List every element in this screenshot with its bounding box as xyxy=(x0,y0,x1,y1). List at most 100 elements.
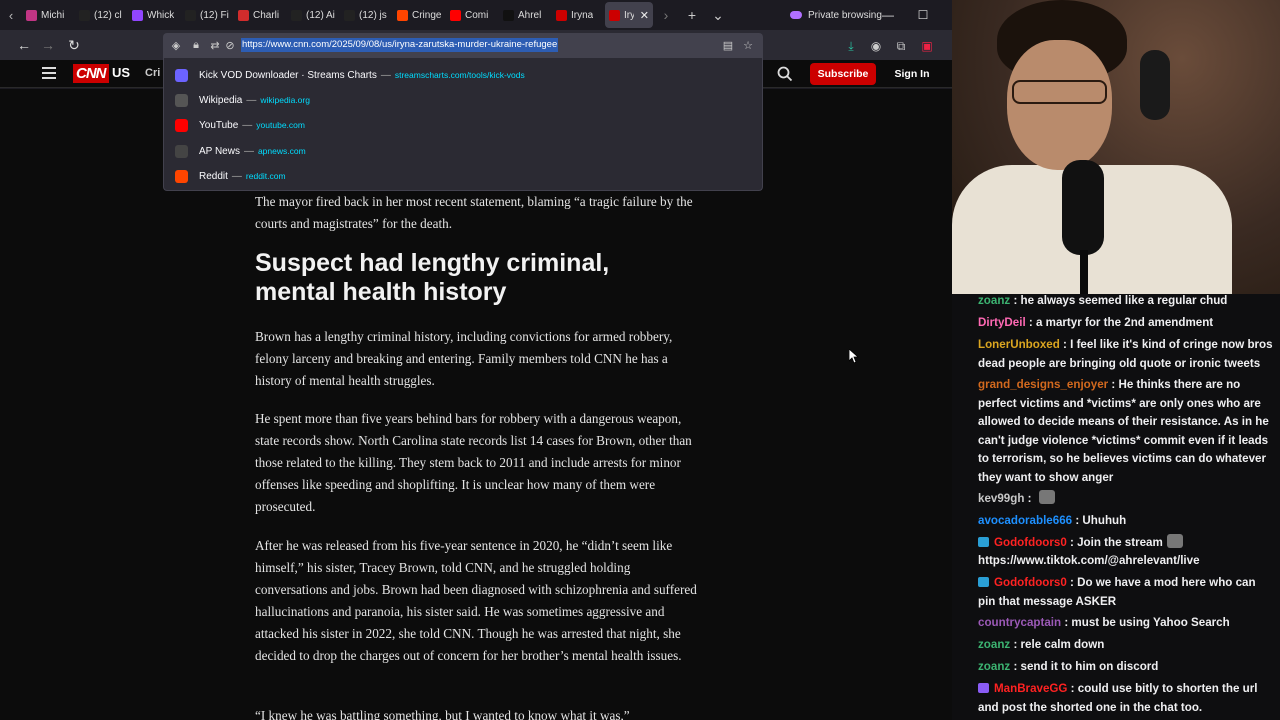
tab-title: (12) Ai xyxy=(306,9,335,21)
cat-emote xyxy=(1038,490,1055,504)
url-suggestion[interactable]: Reddit — reddit.com xyxy=(164,165,764,187)
microphone-icon xyxy=(1062,160,1104,255)
browser-tab[interactable]: (12) Fi xyxy=(181,2,234,28)
account-icon[interactable]: ◉ xyxy=(867,37,885,55)
chat-username[interactable]: avocadorable666 xyxy=(978,514,1072,527)
edition-label[interactable]: US xyxy=(112,65,130,80)
suggestion-url: apnews.com xyxy=(257,145,306,156)
extensions-icon[interactable]: ⧉ xyxy=(892,37,910,55)
chat-message: DirtyDeil : a martyr for the 2nd amendme… xyxy=(978,316,1214,329)
chat-username[interactable]: DirtyDeil xyxy=(978,316,1026,329)
url-text[interactable]: https://www.cnn.com/2025/09/08/us/iryna-… xyxy=(241,38,559,52)
suggestion-url: streamscharts.com/tools/kick-vods xyxy=(394,69,525,80)
x-icon xyxy=(79,9,90,21)
chat-username[interactable]: ManBraveGG xyxy=(994,682,1067,695)
chat-username[interactable]: Godofdoors0 xyxy=(994,536,1067,549)
new-tab-icon[interactable]: + xyxy=(679,0,705,30)
tab-title: Ahrel xyxy=(518,9,542,21)
search-icon[interactable] xyxy=(776,65,794,83)
tab-scroll-right-icon[interactable]: › xyxy=(653,0,679,30)
suggestion-title: Reddit xyxy=(199,170,228,182)
streamscharts-icon xyxy=(175,68,188,82)
lock-icon[interactable]: 🔒︎ xyxy=(189,38,203,52)
permissions-icon[interactable]: ⇄ xyxy=(208,38,222,52)
sign-in-button[interactable]: Sign In xyxy=(885,63,939,85)
browser-tab[interactable]: Cringe xyxy=(393,2,446,28)
url-suggestion[interactable]: Wikipedia — wikipedia.org xyxy=(164,89,764,111)
suggestion-title: Wikipedia xyxy=(199,94,243,106)
close-tab-icon[interactable]: ✕ xyxy=(640,9,649,22)
article-paragraph: The mayor fired back in her most recent … xyxy=(255,194,693,231)
stream-chat: zoanz : he always seemed like a regular … xyxy=(952,294,1280,720)
chat-message: Godofdoors0 : Join the stream xyxy=(978,534,1276,553)
tab-title: Iryna xyxy=(571,9,594,21)
private-browsing-indicator: Private browsing xyxy=(790,0,882,30)
tracking-shield-icon[interactable]: ◈ xyxy=(169,38,183,52)
extension-badge-icon[interactable]: ▣ xyxy=(918,37,936,55)
chat-text: must be using Yahoo Search xyxy=(1071,616,1230,629)
chat-badge-icon xyxy=(978,577,989,587)
section-headline: Suspect had lengthy criminal, mental hea… xyxy=(255,249,610,306)
youtube-icon xyxy=(450,9,461,21)
chat-username[interactable]: Godofdoors0 xyxy=(994,576,1067,589)
browser-tab[interactable]: Michi xyxy=(22,2,75,28)
chat-message: zoanz : rele calm down xyxy=(978,638,1105,651)
menu-icon[interactable] xyxy=(42,67,56,79)
nav-link-crime[interactable]: Cri xyxy=(145,67,160,79)
chat-username[interactable]: zoanz xyxy=(978,294,1010,307)
tab-title: (12) js xyxy=(359,9,387,21)
chat-username[interactable]: zoanz xyxy=(978,660,1010,673)
list-all-tabs-icon[interactable]: ⌄ xyxy=(705,0,731,30)
reader-view-icon[interactable]: ▤ xyxy=(721,38,735,52)
tab-scroll-left-icon[interactable]: ‹ xyxy=(0,0,22,30)
article-paragraph: “I knew he was battling something, but I… xyxy=(255,708,630,720)
tab-title: Whick xyxy=(147,9,175,21)
chat-username[interactable]: zoanz xyxy=(978,638,1010,651)
x-icon xyxy=(291,9,302,21)
cnn-logo[interactable]: CNN xyxy=(73,64,109,83)
url-suggestion[interactable]: YouTube — youtube.com xyxy=(164,114,764,136)
browser-tab[interactable]: Comi xyxy=(446,2,499,28)
suggestion-title: Kick VOD Downloader · Streams Charts xyxy=(199,69,377,81)
browser-tab[interactable]: (12) js xyxy=(340,2,393,28)
browser-tab[interactable]: Iryna xyxy=(552,2,605,28)
article-paragraph: After he was released from his five-year… xyxy=(255,538,697,663)
chat-text: He thinks there are no perfect victims a… xyxy=(978,378,1269,484)
tiktok-icon xyxy=(503,9,514,21)
blocked-icon[interactable]: ⊘ xyxy=(223,38,237,52)
chat-text: Uhuhuh xyxy=(1082,514,1127,527)
browser-tab[interactable]: Iry ✕ xyxy=(605,2,653,28)
browser-tab[interactable]: Ahrel xyxy=(499,2,552,28)
browser-tab[interactable]: Charli xyxy=(234,2,287,28)
tab-title: (12) Fi xyxy=(200,9,229,21)
chat-username[interactable]: LonerUnboxed xyxy=(978,338,1060,351)
tab-title: Michi xyxy=(41,9,65,21)
chat-username[interactable]: kev99gh xyxy=(978,492,1024,505)
url-suggestion[interactable]: Kick VOD Downloader · Streams Charts — str… xyxy=(164,64,764,86)
reload-icon[interactable]: ↻ xyxy=(63,34,85,56)
hand-emote xyxy=(1166,534,1183,548)
reddit-icon xyxy=(397,9,408,21)
suggestion-text: Wikipedia — wikipedia.org xyxy=(199,94,310,106)
chat-text: rele calm down xyxy=(1020,638,1105,651)
cnn-icon xyxy=(609,9,620,21)
back-icon[interactable]: ← xyxy=(13,34,35,56)
bookmark-star-icon[interactable]: ☆ xyxy=(741,38,755,52)
url-bar[interactable]: ◈ 🔒︎ ⇄ ⊘ https://www.cnn.com/2025/09/08/… xyxy=(163,33,763,58)
browser-tab[interactable]: (12) Ai xyxy=(287,2,340,28)
minimize-icon[interactable]: — xyxy=(873,0,903,30)
instagram-icon xyxy=(26,9,37,21)
suggestion-title: YouTube xyxy=(199,119,239,131)
browser-tab[interactable]: (12) cl xyxy=(75,2,128,28)
maximize-icon[interactable]: ☐ xyxy=(908,0,938,30)
chat-username[interactable]: countrycaptain xyxy=(978,616,1061,629)
browser-tab[interactable]: Whick xyxy=(128,2,181,28)
chat-message: kev99gh : xyxy=(978,490,1276,509)
url-suggestion[interactable]: AP News — apnews.com xyxy=(164,140,764,162)
forward-icon[interactable]: → xyxy=(37,34,59,56)
x-icon xyxy=(185,9,196,21)
download-icon[interactable]: ⤓ xyxy=(842,37,860,55)
chat-username[interactable]: grand_designs_enjoyer xyxy=(978,378,1108,391)
chat-message: zoanz : send it to him on discord xyxy=(978,660,1159,673)
subscribe-button[interactable]: Subscribe xyxy=(810,63,876,85)
